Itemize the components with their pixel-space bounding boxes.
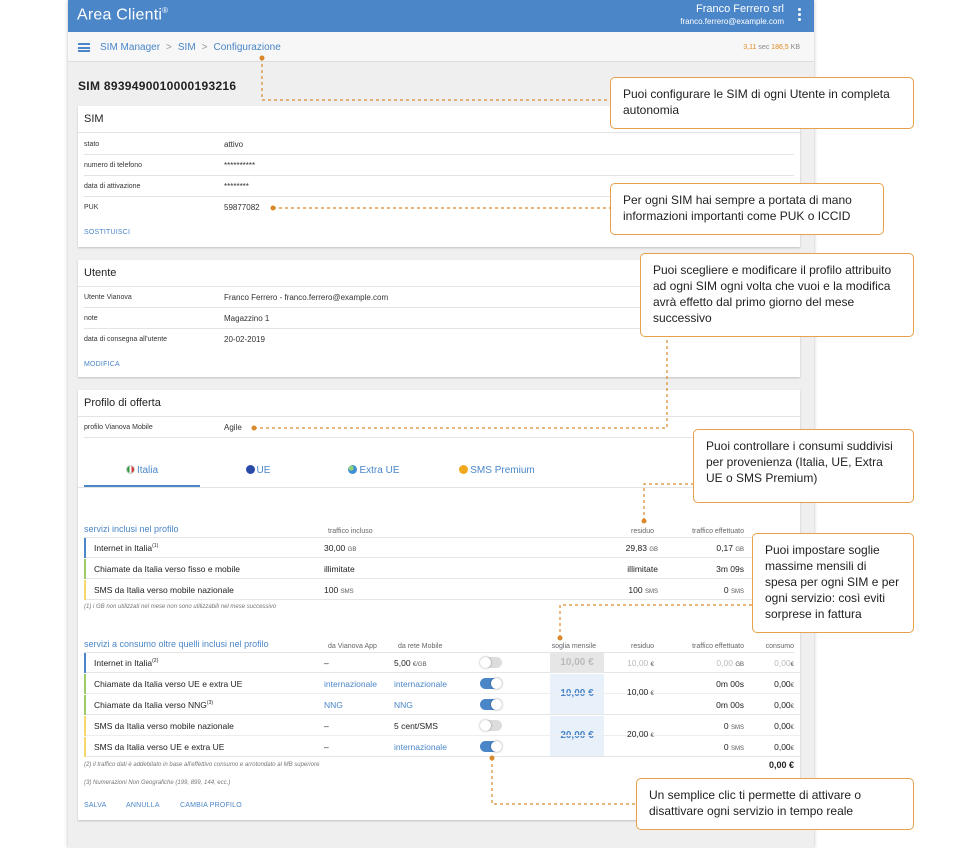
connector-line (261, 58, 610, 101)
connector-line (643, 483, 693, 521)
callout-toggle: Un semplice clic ti permette di attivare… (636, 778, 914, 830)
callout-origin: Puoi controllare i consumi suddivisi per… (693, 429, 914, 503)
callout-puk: Per ogni SIM hai sempre a portata di man… (610, 183, 884, 235)
connector-dot (557, 635, 563, 641)
connector-dot (251, 425, 257, 431)
connector-dot (641, 518, 647, 524)
callout-thresholds: Puoi impostare soglie massime mensili di… (752, 533, 914, 633)
connector-dot (489, 755, 495, 761)
connector-dot (259, 55, 265, 61)
callout-profile: Puoi scegliere e modificare il profilo a… (640, 253, 914, 337)
connector-dot (270, 205, 276, 211)
callout-configure: Puoi configurare le SIM di ogni Utente i… (610, 77, 914, 129)
connector-line (254, 337, 668, 429)
connector-line (559, 604, 752, 638)
connector-line (491, 758, 636, 805)
